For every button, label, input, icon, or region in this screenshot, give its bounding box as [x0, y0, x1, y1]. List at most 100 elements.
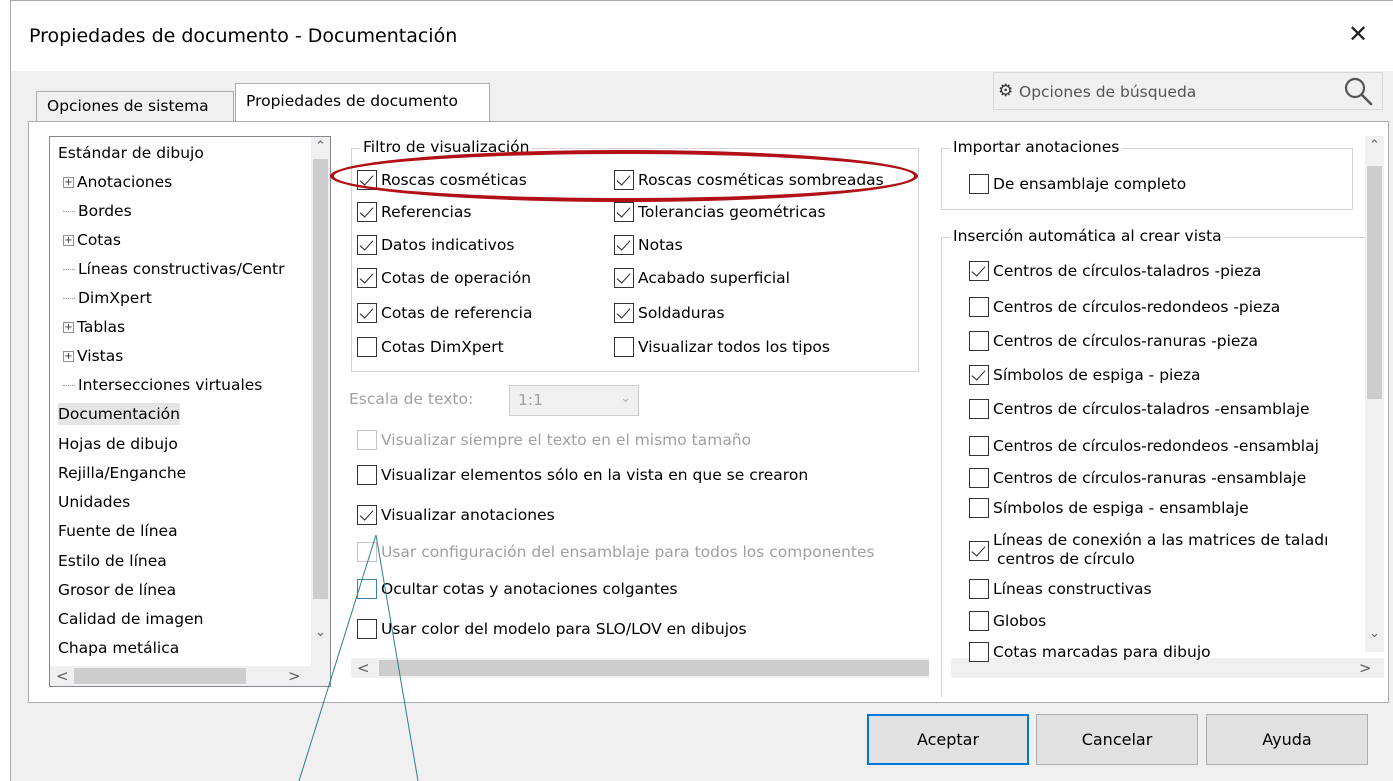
tree-item[interactable]: Líneas constructivas/Centr — [63, 258, 285, 280]
checkbox-unchecked[interactable] — [357, 336, 377, 357]
checkbox-unchecked[interactable] — [969, 296, 989, 317]
checkbox-row[interactable]: Centros de círculos-taladros -pieza — [969, 260, 1261, 282]
right-vertical-scrollbar[interactable]: ⌃ ⌄ — [1365, 136, 1384, 652]
tree-item[interactable]: DimXpert — [63, 287, 152, 309]
checkbox-row[interactable]: Usar color del modelo para SLO/LOV en di… — [357, 618, 747, 640]
tab-opciones-de-sistema[interactable]: Opciones de sistema — [36, 91, 234, 121]
checkbox-unchecked[interactable] — [969, 435, 989, 456]
tree-horizontal-scrollbar[interactable]: < > — [50, 666, 330, 686]
checkbox-row[interactable]: Soldaduras — [614, 302, 725, 324]
checkbox-row[interactable]: Centros de círculos-redondeos -pieza — [969, 296, 1280, 318]
checkbox-unchecked[interactable] — [969, 173, 989, 194]
tree-vertical-scrollbar[interactable]: ⌃ ⌄ — [311, 137, 330, 667]
checkbox-row[interactable]: De ensamblaje completo — [969, 173, 1186, 195]
checkbox-row[interactable]: Notas — [614, 234, 683, 256]
checkbox-unchecked[interactable] — [969, 641, 989, 662]
tree-item[interactable]: Intersecciones virtuales — [63, 374, 262, 396]
close-icon[interactable]: ✕ — [1343, 19, 1373, 49]
tree-item[interactable]: + Cotas — [63, 229, 121, 251]
checkbox-row[interactable]: Referencias — [357, 201, 471, 223]
checkbox-unchecked[interactable] — [357, 541, 377, 562]
scroll-down-icon[interactable]: ⌄ — [1369, 626, 1380, 641]
tree-item[interactable]: Grosor de línea — [58, 579, 176, 601]
cancel-button[interactable]: Cancelar — [1036, 714, 1198, 765]
checkbox-row[interactable]: Cotas de operación — [357, 267, 531, 289]
tree-item[interactable]: + Vistas — [63, 345, 123, 367]
tree-item[interactable]: Estilo de línea — [58, 550, 167, 572]
checkbox-checked[interactable] — [969, 540, 989, 561]
scroll-down-icon[interactable]: ⌄ — [315, 625, 326, 640]
checkbox-unchecked[interactable] — [969, 467, 989, 488]
expand-icon[interactable]: + — [63, 235, 74, 246]
ok-button[interactable]: Aceptar — [867, 714, 1029, 765]
checkbox-row[interactable]: Símbolos de espiga - pieza — [969, 364, 1201, 386]
checkbox-unchecked[interactable] — [357, 464, 377, 485]
checkbox-unchecked[interactable] — [969, 497, 989, 518]
checkbox-row[interactable]: Visualizar anotaciones — [357, 504, 555, 526]
checkbox-checked[interactable] — [969, 364, 989, 385]
checkbox-row[interactable]: Centros de círculos-taladros -ensamblaje — [969, 398, 1310, 420]
text-scale-select[interactable]: 1:1 ⌄ — [509, 385, 639, 416]
checkbox-row[interactable]: Símbolos de espiga - ensamblaje — [969, 497, 1249, 519]
checkbox-checked[interactable] — [614, 302, 634, 323]
scroll-left-icon[interactable]: < — [357, 659, 370, 677]
checkbox-row[interactable]: Visualizar todos los tipos — [614, 336, 830, 358]
expand-icon[interactable]: + — [63, 177, 74, 188]
scroll-up-icon[interactable]: ⌃ — [1369, 138, 1380, 153]
tree-item[interactable]: Rejilla/Enganche — [58, 462, 186, 484]
checkbox-checked[interactable] — [357, 302, 377, 323]
scroll-right-icon[interactable]: > — [288, 667, 301, 685]
right-vscroll-thumb[interactable] — [1367, 166, 1382, 399]
tree-item[interactable]: + Anotaciones — [63, 171, 172, 193]
checkbox-row[interactable]: Cotas DimXpert — [357, 336, 504, 358]
checkbox-checked[interactable] — [969, 260, 989, 281]
checkbox-row[interactable]: Centros de círculos-ranuras -ensamblaje — [969, 467, 1306, 489]
checkbox-row[interactable]: Visualizar elementos sólo en la vista en… — [357, 464, 808, 486]
checkbox-row[interactable]: Datos indicativos — [357, 234, 514, 256]
checkbox-unchecked[interactable] — [969, 398, 989, 419]
checkbox-row[interactable]: Acabado superficial — [614, 267, 790, 289]
checkbox-row[interactable]: Tolerancias geométricas — [614, 201, 826, 223]
checkbox-checked[interactable] — [357, 234, 377, 255]
checkbox-row[interactable]: Cotas marcadas para dibujo — [969, 641, 1211, 663]
expand-icon[interactable]: + — [63, 351, 74, 362]
expand-icon[interactable]: + — [63, 322, 74, 333]
scroll-right-icon[interactable]: > — [1359, 659, 1372, 677]
options-tree[interactable]: Estándar de dibujo + Anotaciones Bordes + Cot… — [49, 136, 331, 687]
tree-item[interactable]: Calidad de imagen — [58, 608, 203, 630]
checkbox-row[interactable]: Cotas de referencia — [357, 302, 532, 324]
checkbox-unchecked[interactable] — [969, 578, 989, 599]
checkbox-checked[interactable] — [614, 234, 634, 255]
checkbox-checked[interactable] — [614, 267, 634, 288]
checkbox-row[interactable]: Centros de círculos-redondeos -ensamblaj — [969, 435, 1319, 457]
checkbox-unchecked[interactable] — [357, 429, 377, 450]
scroll-left-icon[interactable]: < — [56, 667, 69, 685]
tree-vscroll-thumb[interactable] — [313, 159, 328, 599]
checkbox-unchecked[interactable] — [614, 336, 634, 357]
tree-item[interactable]: Bordes — [63, 200, 132, 222]
tree-item[interactable]: Fuente de línea — [58, 520, 178, 542]
checkbox-unchecked[interactable] — [357, 618, 377, 639]
checkbox-row[interactable]: Líneas de conexión a las matrices de tal… — [969, 529, 1328, 573]
checkbox-unchecked[interactable] — [969, 330, 989, 351]
tree-item[interactable]: Unidades — [58, 491, 130, 513]
help-button[interactable]: Ayuda — [1206, 714, 1368, 765]
checkbox-row[interactable]: Usar configuración del ensamblaje para t… — [357, 541, 875, 563]
tree-item[interactable]: Estándar de dibujo — [58, 142, 204, 164]
checkbox-checked[interactable] — [614, 201, 634, 222]
checkbox-unchecked[interactable] — [357, 578, 377, 599]
checkbox-checked[interactable] — [357, 267, 377, 288]
tree-hscroll-thumb[interactable] — [74, 668, 246, 684]
tab-propiedades-de-documento[interactable]: Propiedades de documento — [235, 83, 490, 122]
middle-hscroll-thumb[interactable] — [379, 660, 929, 676]
tree-item[interactable]: Chapa metálica — [58, 637, 179, 659]
tree-item[interactable]: Hojas de dibujo — [58, 433, 178, 455]
tree-item[interactable]: + Tablas — [63, 316, 125, 338]
magnifier-icon[interactable] — [1342, 75, 1374, 107]
checkbox-checked[interactable] — [357, 201, 377, 222]
scroll-up-icon[interactable]: ⌃ — [315, 139, 326, 154]
checkbox-row[interactable]: Ocultar cotas y anotaciones colgantes — [357, 578, 678, 600]
checkbox-row[interactable]: Visualizar siempre el texto en el mismo … — [357, 429, 751, 451]
checkbox-row[interactable]: Líneas constructivas — [969, 578, 1152, 600]
checkbox-unchecked[interactable] — [969, 610, 989, 631]
